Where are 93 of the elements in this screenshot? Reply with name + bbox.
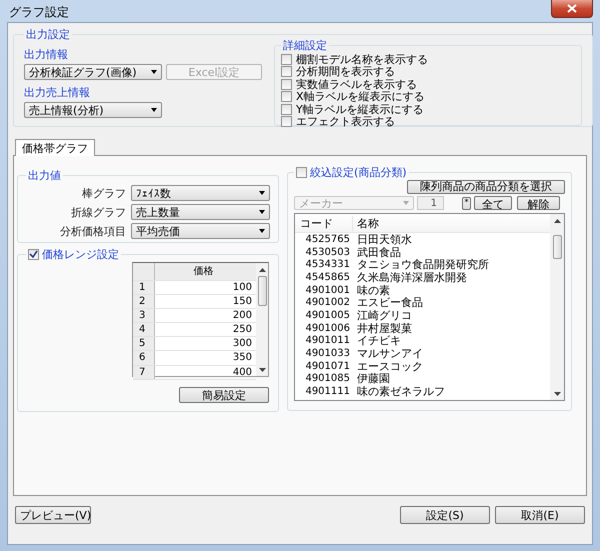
checkbox[interactable] — [281, 78, 292, 90]
ok-button[interactable]: 設定(S) — [400, 506, 490, 524]
checkbox[interactable] — [28, 249, 39, 260]
checkbox[interactable] — [281, 104, 292, 115]
code-cell-text: 4545865 — [304, 272, 351, 283]
field-label: 棒グラフ — [82, 186, 126, 200]
group-title: 出力設定 — [25, 27, 71, 42]
name-cell-text: 武田食品 — [356, 245, 401, 260]
code-cell-text: 4901005 — [304, 310, 351, 321]
column-header[interactable]: 名称 — [353, 216, 379, 230]
checkbox[interactable] — [296, 167, 307, 178]
cancel-button[interactable]: 取消(E) — [495, 506, 585, 524]
table-cell[interactable]: 300 — [155, 337, 256, 350]
value-dropdown[interactable]: 売上数量 — [131, 204, 270, 220]
row-number: 4 — [133, 323, 155, 336]
preview-button[interactable]: プレビュー(V) — [15, 506, 91, 524]
name-cell-text: 日田天領水 — [356, 232, 412, 247]
field-label: 出力情報 — [24, 47, 69, 62]
scroll-up-icon[interactable] — [258, 268, 266, 272]
checkbox[interactable] — [281, 54, 292, 65]
table-cell[interactable]: 200 — [155, 309, 256, 322]
clear-button[interactable]: 解除 — [517, 196, 560, 210]
scrollbar[interactable] — [256, 263, 268, 376]
code-cell-text: 4530503 — [304, 246, 351, 258]
name-cell-text: エスビー食品 — [356, 296, 423, 310]
value-dropdown[interactable]: ﾌｪｲｽ数 — [131, 185, 270, 201]
select-all-button[interactable]: 全て — [474, 196, 512, 210]
row-number: 7 — [133, 366, 155, 379]
name-cell-text: 江崎グリコ — [356, 308, 412, 322]
name-cell-text: 井村屋製菓 — [356, 320, 412, 335]
code-cell-text: 4901002 — [304, 297, 351, 308]
name-cell-text: エースコック — [356, 358, 423, 373]
scroll-up-icon[interactable] — [554, 219, 560, 223]
code-cell-text: 4901001 — [304, 284, 351, 296]
name-cell-text: 味の素 — [356, 282, 390, 297]
row-number: 1 — [133, 281, 155, 294]
column-header: 価格 — [155, 263, 256, 280]
close-button[interactable] — [551, 0, 593, 18]
checkbox-label: 実数値ラベルを表示する — [296, 77, 417, 91]
table-cell[interactable]: 100 — [155, 281, 256, 294]
name-cell-text: 久米島海洋深層水開発 — [356, 270, 467, 284]
code-cell-text: 4901111 — [304, 386, 351, 398]
name-cell-text: 味の素ゼネラルフ — [356, 384, 445, 400]
scroll-down-icon[interactable] — [554, 392, 560, 396]
name-cell-text: マルサンアイ — [356, 346, 423, 362]
checkbox-label: 分析期間を表示する — [296, 65, 395, 78]
window-title: グラフ設定 — [9, 4, 69, 21]
scroll-thumb[interactable] — [258, 276, 266, 306]
table-cell[interactable]: 350 — [155, 351, 256, 365]
scroll-thumb[interactable] — [552, 235, 562, 259]
sales-info-dropdown[interactable]: 売上情報(分析) — [24, 102, 162, 118]
group-title: 絞込設定(商品分類) — [310, 165, 407, 180]
code-cell-text: 4901011 — [304, 335, 351, 346]
field-label: 分析価格項目 — [60, 224, 126, 238]
field-label: 折線グラフ — [71, 204, 126, 220]
close-icon — [567, 4, 577, 13]
group-title: 詳細設定 — [282, 38, 328, 53]
code-cell-text: 4901033 — [304, 348, 351, 360]
output-info-dropdown[interactable]: 分析検証グラフ(画像) — [24, 64, 162, 80]
tab[interactable]: 価格帯グラフ — [15, 139, 95, 156]
code-cell-text: 4901071 — [304, 360, 351, 372]
checkbox[interactable] — [281, 116, 292, 128]
checkbox-label: X軸ラベルを縦表示にする — [296, 90, 425, 104]
row-number: 5 — [133, 337, 155, 350]
code-cell-text: 4901085 — [304, 373, 351, 384]
checkbox[interactable] — [281, 91, 292, 102]
row-number: 3 — [133, 309, 155, 322]
scrollbar[interactable] — [550, 214, 564, 400]
group-title: 価格レンジ設定 — [42, 247, 119, 262]
table-cell[interactable]: 150 — [155, 295, 256, 308]
name-cell-text: イチビキ — [356, 334, 401, 348]
group-title: 出力値 — [27, 168, 62, 183]
code-cell-text: 4525765 — [304, 234, 351, 245]
easy-settings-button[interactable]: 簡易設定 — [179, 387, 269, 403]
column-header[interactable]: コード — [295, 216, 353, 230]
code-cell-text: 4534331 — [304, 259, 351, 270]
row-number: 2 — [133, 295, 155, 308]
field-label: 出力売上情報 — [24, 85, 91, 100]
code-cell-text: 4901006 — [304, 322, 351, 334]
wildcard-button[interactable]: * — [462, 196, 471, 210]
checkbox[interactable] — [281, 66, 292, 78]
checkbox-label: エフェクト表示する — [296, 115, 395, 130]
table-cell[interactable]: 400 — [155, 366, 256, 379]
checkbox-label: Y軸ラベルを縦表示にする — [296, 102, 424, 116]
name-cell-text: タニショウ食品開発研究所 — [356, 258, 489, 272]
scroll-down-icon[interactable] — [258, 368, 266, 372]
row-number: 6 — [133, 351, 155, 365]
value-dropdown[interactable]: 平均売価 — [131, 223, 270, 239]
number-field[interactable]: 1 — [417, 196, 444, 210]
table-cell[interactable]: 250 — [155, 323, 256, 336]
select-category-button[interactable]: 陳列商品の商品分類を選択 — [407, 180, 565, 194]
name-cell-text: 伊藤園 — [356, 371, 390, 386]
checkbox-label: 棚割モデル名称を表示する — [296, 52, 428, 66]
